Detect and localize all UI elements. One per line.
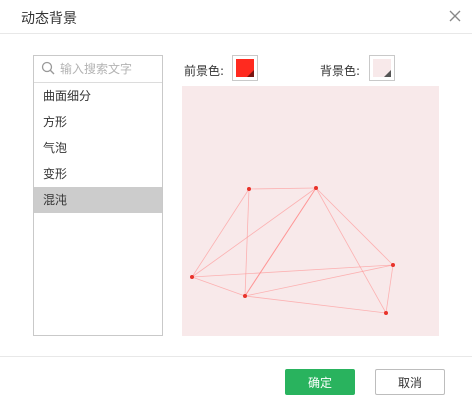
chaos-edge: [315, 187, 394, 266]
chaos-node: [190, 275, 194, 279]
effect-list-panel: 曲面细分 方形 气泡 变形 混沌: [33, 55, 163, 336]
chaos-edge: [315, 187, 387, 314]
chaos-edge: [244, 187, 317, 297]
chaos-animation-canvas: [190, 186, 395, 315]
background-color-label: 背景色:: [320, 64, 361, 78]
cancel-button[interactable]: 取消: [375, 369, 445, 395]
list-item-deform[interactable]: 变形: [34, 161, 162, 187]
dynamic-background-dialog: 动态背景 曲面细分 方形 气泡 变形 混沌 前景色:: [0, 0, 472, 403]
dialog-titlebar: 动态背景: [0, 0, 472, 34]
search-input[interactable]: [60, 59, 158, 78]
chaos-edge: [191, 188, 250, 278]
chaos-node: [247, 187, 251, 191]
dialog-title: 动态背景: [21, 11, 77, 27]
dropdown-corner-icon: [384, 70, 391, 77]
confirm-button[interactable]: 确定: [285, 369, 355, 395]
effect-list: 曲面细分 方形 气泡 变形 混沌: [34, 83, 162, 213]
list-item-square[interactable]: 方形: [34, 109, 162, 135]
chaos-node: [384, 311, 388, 315]
chaos-node: [243, 294, 247, 298]
chaos-edge: [248, 187, 317, 190]
close-icon[interactable]: [446, 7, 464, 25]
foreground-color-label: 前景色:: [184, 64, 225, 78]
chaos-edge: [244, 188, 250, 297]
chaos-edge: [191, 276, 246, 297]
list-item-chaos[interactable]: 混沌: [34, 187, 162, 213]
background-color-picker[interactable]: [369, 55, 395, 81]
chaos-edge: [385, 264, 394, 314]
search-box: [34, 56, 162, 83]
list-item-tessellation[interactable]: 曲面细分: [34, 83, 162, 109]
effect-preview: [182, 86, 439, 336]
chaos-node: [314, 186, 318, 190]
chaos-edge: [191, 187, 317, 278]
search-icon: [41, 61, 55, 78]
chaos-node: [391, 263, 395, 267]
foreground-color-picker[interactable]: [232, 55, 258, 81]
chaos-edge: [244, 295, 387, 314]
dropdown-corner-icon: [247, 70, 254, 77]
list-item-bubble[interactable]: 气泡: [34, 135, 162, 161]
